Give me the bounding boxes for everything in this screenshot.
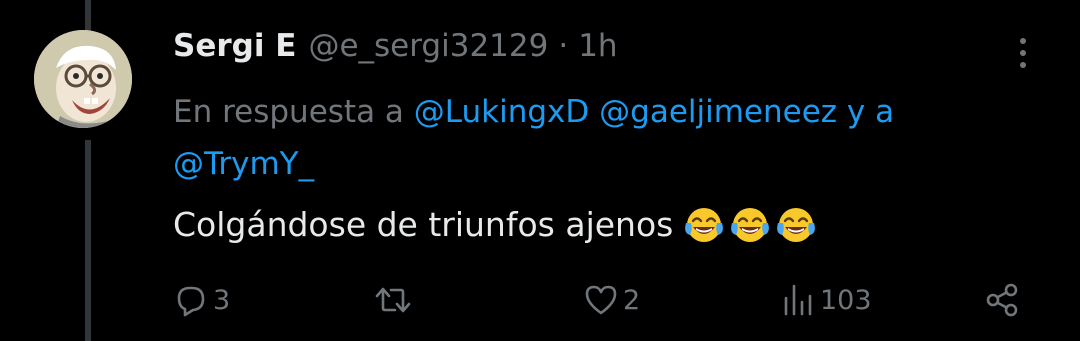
tweet-card[interactable]: Sergi E @e_sergi32129 · 1h En respuesta … — [0, 0, 1080, 341]
action-bar: 3 2 103 — [173, 278, 1033, 322]
face-with-tears-of-joy-icon — [777, 208, 816, 242]
more-options-button[interactable] — [1015, 36, 1031, 70]
avatar-cartoon-icon — [34, 30, 132, 128]
reply-context: En respuesta a @LukingxD @gaeljimeneez y… — [173, 86, 1033, 190]
separator-dot: · — [558, 28, 569, 64]
tweet-text: Colgándose de triunfos ajenos — [173, 200, 817, 250]
reply-bubble-icon — [177, 286, 205, 317]
like-count: 2 — [623, 284, 641, 316]
views-button[interactable]: 103 — [780, 278, 872, 322]
reply-prefix: En respuesta a — [173, 94, 404, 130]
user-handle[interactable]: @e_sergi32129 — [308, 26, 548, 66]
more-vertical-icon — [1020, 38, 1026, 68]
share-button[interactable] — [985, 278, 1021, 322]
mention-link-3[interactable]: @TrymY_ — [173, 146, 314, 182]
display-name[interactable]: Sergi E — [173, 26, 296, 66]
thread-line-top — [85, 0, 91, 34]
timestamp[interactable]: 1h — [578, 26, 617, 66]
reply-connector: y a — [846, 94, 895, 130]
analytics-bars-icon — [784, 284, 812, 316]
tweet-header: Sergi E @e_sergi32129 · 1h — [173, 26, 1053, 66]
avatar[interactable] — [34, 30, 132, 128]
share-nodes-icon — [986, 283, 1018, 317]
reply-button[interactable]: 3 — [173, 278, 230, 322]
mention-link-1[interactable]: @LukingxD — [414, 94, 589, 130]
face-with-tears-of-joy-icon — [685, 208, 724, 242]
retweet-button[interactable] — [373, 278, 417, 322]
thread-line-bottom — [85, 140, 91, 341]
emoji-group — [683, 205, 817, 245]
like-button[interactable]: 2 — [583, 278, 640, 322]
mention-link-2[interactable]: @gaeljimeneez — [599, 94, 837, 130]
reply-count: 3 — [213, 284, 231, 316]
retweet-icon — [375, 287, 411, 313]
heart-icon — [585, 285, 617, 315]
tweet-body: Colgándose de triunfos ajenos — [173, 205, 674, 244]
face-with-tears-of-joy-icon — [731, 208, 770, 242]
view-count: 103 — [820, 284, 872, 316]
